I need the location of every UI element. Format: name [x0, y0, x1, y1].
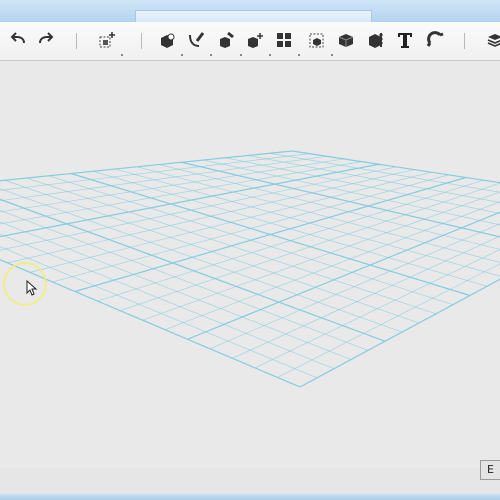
text-icon[interactable]: [393, 28, 417, 52]
status-corner-label[interactable]: E: [480, 460, 500, 480]
group-icon[interactable]: [305, 28, 333, 56]
grid-line: [0, 198, 386, 342]
pattern-icon[interactable]: [272, 28, 300, 56]
grid-line: [299, 278, 500, 388]
workplane-grid: [0, 150, 500, 388]
snap-icon[interactable]: [423, 28, 447, 52]
toolbar-separator: [141, 33, 142, 49]
construct-icon[interactable]: [214, 28, 242, 56]
sketch-icon[interactable]: [184, 28, 212, 56]
combine-icon[interactable]: [334, 28, 358, 52]
grid-line: [137, 166, 500, 263]
window-bottom-edge: [0, 494, 500, 500]
toolbar-separator: [464, 33, 465, 49]
window-title-bar: [0, 0, 500, 23]
add-shape-icon[interactable]: [95, 28, 123, 56]
grid-line: [0, 188, 403, 333]
measure-icon[interactable]: [364, 28, 388, 52]
undo-icon[interactable]: [6, 28, 30, 52]
material-icon[interactable]: [482, 28, 500, 52]
primitive-shape-icon[interactable]: [155, 28, 183, 56]
grid-line: [142, 191, 500, 321]
redo-icon[interactable]: [34, 28, 58, 52]
3d-workplane-viewport[interactable]: [0, 61, 500, 468]
cursor-highlight: [3, 262, 47, 306]
mouse-cursor-icon: [26, 280, 38, 296]
main-toolbar: [0, 22, 500, 61]
toolbar-separator: [76, 33, 77, 49]
grid-line: [203, 159, 500, 226]
modify-icon[interactable]: [243, 28, 271, 56]
status-bar: E: [0, 460, 500, 500]
